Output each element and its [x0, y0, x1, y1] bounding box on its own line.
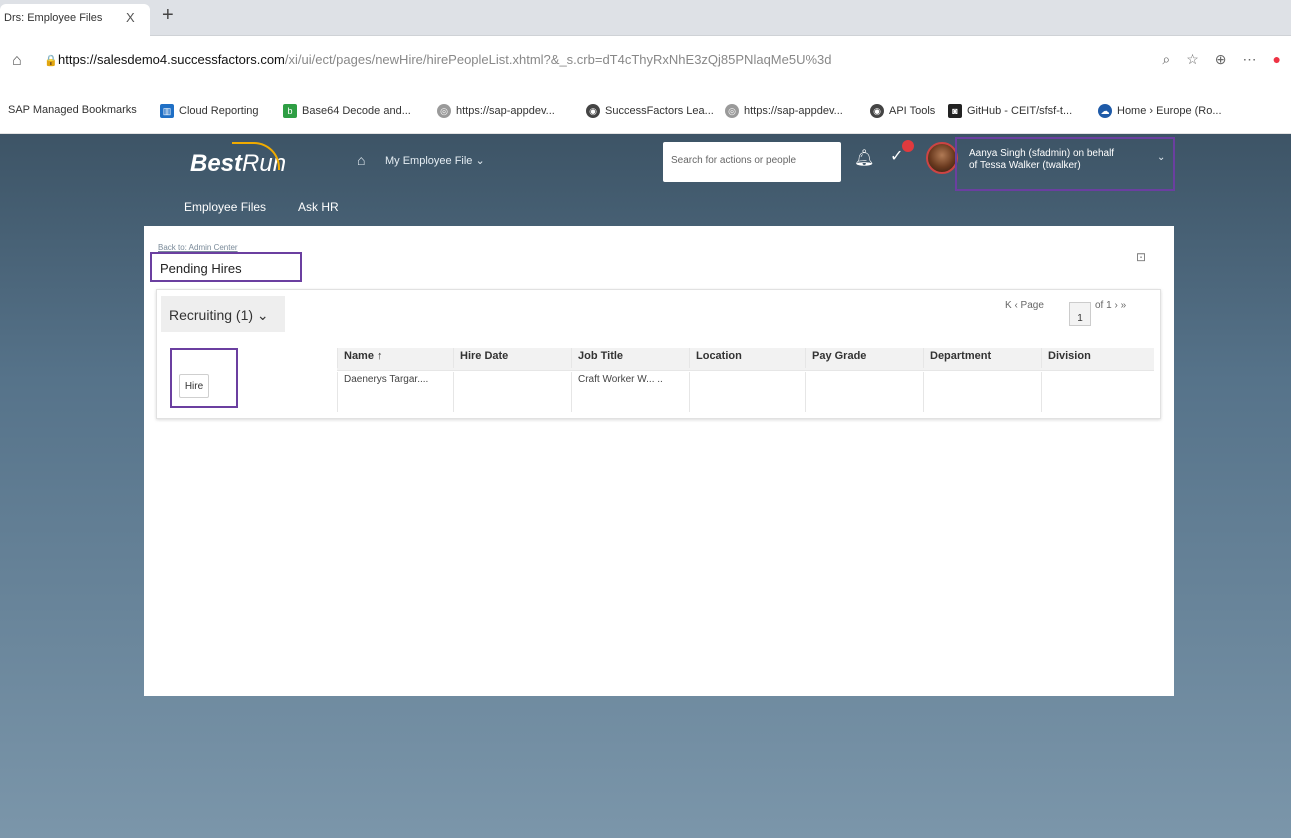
bookmark-item[interactable]: ◎ https://sap-appdev...	[725, 104, 843, 118]
col-pay-grade[interactable]: Pay Grade	[805, 348, 923, 368]
pending-hires-card: Back to: Admin Center Pending Hires ⊡ Re…	[144, 226, 1174, 696]
tab-recruiting[interactable]: Recruiting (1) ⌄	[161, 296, 285, 332]
hire-highlight: Hire	[170, 348, 238, 408]
bookmark-item[interactable]: ◎ https://sap-appdev...	[437, 104, 555, 118]
bookmark-item[interactable]: b Base64 Decode and...	[283, 104, 411, 118]
globe-icon: ◎	[437, 104, 451, 118]
bookmarks-bar: SAP Managed Bookmarks ▥ Cloud Reporting b…	[0, 88, 1291, 134]
base64-icon: b	[283, 104, 297, 118]
api-icon: ◉	[870, 104, 884, 118]
bookmark-label: https://sap-appdev...	[456, 105, 555, 117]
github-icon: ◙	[948, 104, 962, 118]
pager-prev[interactable]: K ‹ Page	[1005, 300, 1044, 311]
bookmark-item[interactable]: ▥ Cloud Reporting	[160, 104, 259, 118]
cell-location	[689, 372, 805, 412]
col-job-title[interactable]: Job Title	[571, 348, 689, 368]
cell-job-title: Craft Worker W... ..	[571, 372, 689, 412]
col-hire-date[interactable]: Hire Date	[453, 348, 571, 368]
row-divider	[337, 370, 1154, 371]
home-icon[interactable]: ⌂	[12, 52, 22, 70]
avatar[interactable]	[926, 142, 958, 174]
bookmark-item[interactable]: ☁ Home › Europe (Ro...	[1098, 104, 1222, 118]
bookmark-item[interactable]: ◉ API Tools	[870, 104, 935, 118]
col-location[interactable]: Location	[689, 348, 805, 368]
new-tab-button[interactable]: +	[162, 5, 174, 25]
bookmark-label: GitHub - CEIT/sfsf-t...	[967, 105, 1073, 117]
nav-ask-hr[interactable]: Ask HR	[298, 200, 339, 214]
user-menu[interactable]: Aanya Singh (sfadmin) on behalf of Tessa…	[955, 137, 1175, 191]
col-department[interactable]: Department	[923, 348, 1041, 368]
bookmark-label: API Tools	[889, 105, 936, 117]
cell-division	[1041, 372, 1154, 412]
bookmark-label: SAP Managed Bookmarks	[8, 104, 137, 116]
todo-icon[interactable]: ✓	[890, 146, 903, 166]
page-title: Pending Hires	[150, 252, 302, 282]
extension-icon[interactable]: ⊕	[1215, 51, 1227, 68]
chart-icon: ▥	[160, 104, 174, 118]
user-name-line2: of Tessa Walker (twalker)	[969, 160, 1081, 171]
bookmark-item[interactable]: SAP Managed Bookmarks	[8, 104, 137, 116]
menu-icon[interactable]: ⋯	[1243, 51, 1257, 68]
toolbar-icons: ⌕ ☆ ⊕ ⋯ ●	[1162, 51, 1281, 68]
bookmark-label: SuccessFactors Lea...	[605, 105, 714, 117]
browser-toolbar: ⌂ 🔒 https://salesdemo4.successfactors.co…	[0, 36, 1291, 88]
recruiting-panel: Recruiting (1) ⌄ K ‹ Page 1 of 1 › » Nam…	[156, 289, 1161, 419]
cell-pay-grade	[805, 372, 923, 412]
bookmark-item[interactable]: ◉ SuccessFactors Lea...	[586, 104, 714, 118]
address-bar[interactable]: https://salesdemo4.successfactors.com/xi…	[58, 52, 898, 67]
profile-icon[interactable]: ●	[1273, 51, 1281, 68]
cloud-icon: ☁	[1098, 104, 1112, 118]
col-division[interactable]: Division	[1041, 348, 1154, 368]
lock-icon[interactable]: 🔒	[44, 54, 58, 67]
notification-badge	[902, 140, 914, 152]
nav-employee-files[interactable]: Employee Files	[184, 200, 266, 214]
bookmark-label: Home › Europe (Ro...	[1117, 105, 1222, 117]
back-link[interactable]: Back to: Admin Center	[158, 243, 238, 252]
app-page: BestRun ⌂ My Employee File ⌄ Search for …	[0, 134, 1291, 838]
browser-tabstrip: Drs: Employee Files X +	[0, 0, 1291, 36]
logo-arc-icon	[232, 142, 280, 170]
zoom-icon[interactable]: ⌕	[1162, 51, 1170, 68]
bell-icon[interactable]: 🔔︎	[854, 148, 874, 168]
cell-hire-date	[453, 372, 571, 412]
bookmark-item[interactable]: ◙ GitHub - CEIT/sfsf-t...	[948, 104, 1072, 118]
star-icon[interactable]: ☆	[1186, 51, 1199, 68]
chevron-down-icon[interactable]: ⌄	[1157, 152, 1165, 163]
collapse-icon[interactable]: ⊡	[1136, 250, 1146, 264]
user-name-line1: Aanya Singh (sfadmin) on behalf	[969, 148, 1115, 159]
bookmark-label: Base64 Decode and...	[302, 105, 411, 117]
hire-button[interactable]: Hire	[179, 374, 209, 398]
cell-department	[923, 372, 1041, 412]
tab-title: Drs: Employee Files	[4, 12, 103, 24]
close-tab-icon[interactable]: X	[126, 10, 135, 25]
pager-next[interactable]: of 1 › »	[1095, 300, 1126, 311]
url-host: https://salesdemo4.successfactors.com	[58, 52, 285, 67]
search-input[interactable]: Search for actions or people	[663, 142, 841, 182]
cell-name[interactable]: Daenerys Targar....	[337, 372, 453, 412]
home-icon[interactable]: ⌂	[357, 152, 365, 168]
bookmark-label: https://sap-appdev...	[744, 105, 843, 117]
globe-icon: ◎	[725, 104, 739, 118]
successfactors-icon: ◉	[586, 104, 600, 118]
col-name[interactable]: Name ↑	[337, 348, 453, 368]
module-switcher[interactable]: My Employee File ⌄	[385, 154, 485, 167]
url-path: /xi/ui/ect/pages/newHire/hirePeopleList.…	[284, 52, 832, 67]
bookmark-label: Cloud Reporting	[179, 105, 259, 117]
page-number-input[interactable]: 1	[1069, 302, 1091, 326]
browser-tab[interactable]: Drs: Employee Files X	[0, 4, 150, 36]
